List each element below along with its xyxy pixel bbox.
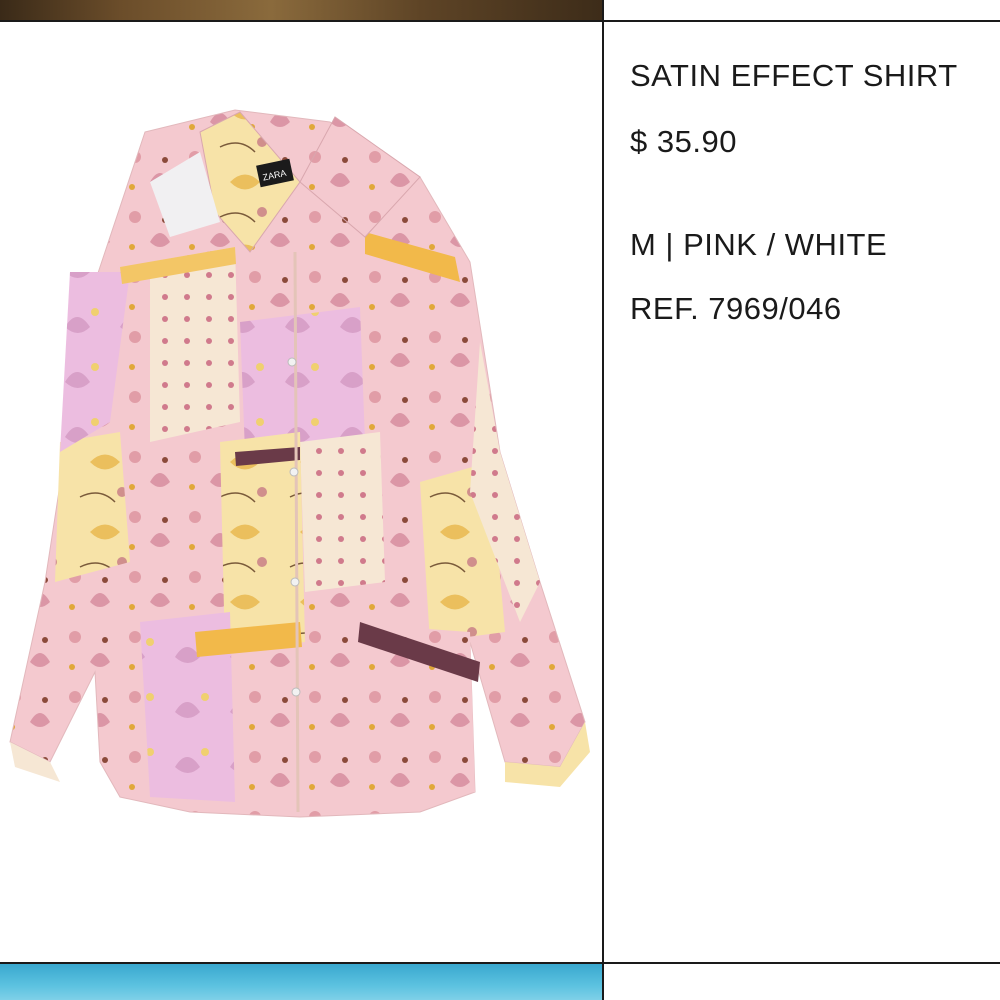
next-item-image[interactable] [0, 964, 602, 1000]
product-image[interactable]: ZARA [0, 22, 602, 962]
shirt-illustration: ZARA [9, 109, 590, 818]
previous-item-image[interactable] [0, 0, 602, 20]
product-reference: REF. 7969/046 [630, 291, 842, 326]
order-item-card: ZARA SATIN EFFECT SHIRT $ 35.90 M | PINK… [0, 0, 1000, 1000]
product-price: $ 35.90 [630, 124, 737, 159]
product-name[interactable]: SATIN EFFECT SHIRT [630, 58, 958, 94]
divider-vertical [602, 0, 604, 1000]
product-variant: M | PINK / WHITE [630, 227, 888, 262]
